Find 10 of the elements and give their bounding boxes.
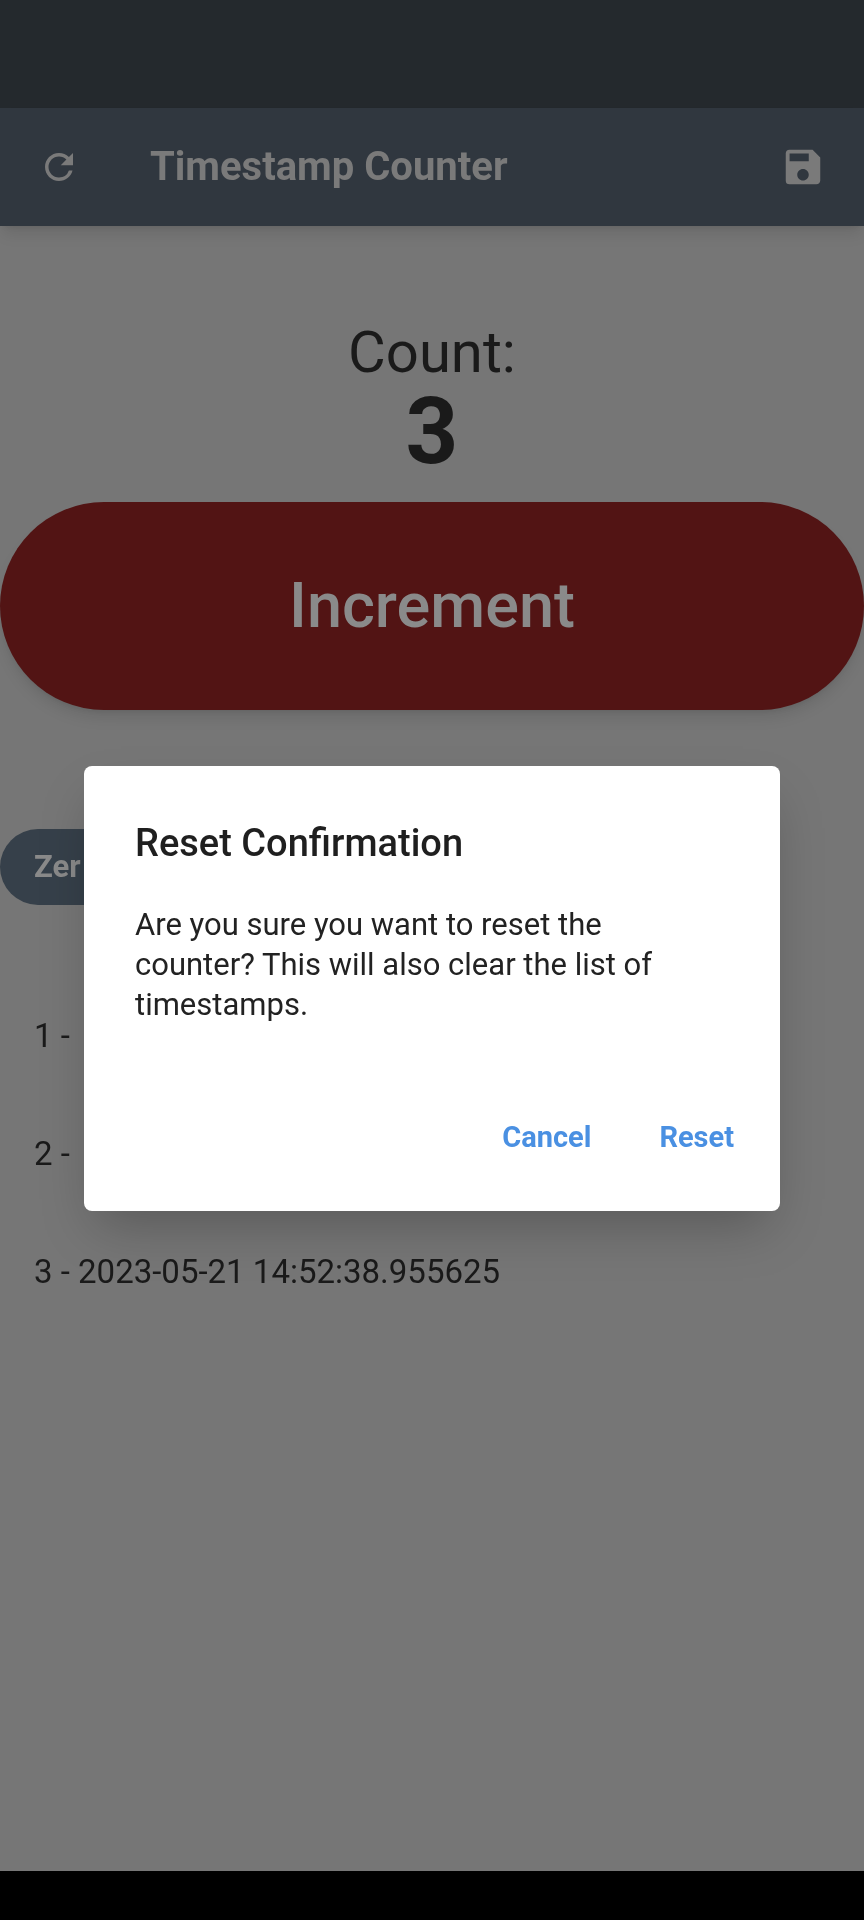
- count-value: 3: [405, 384, 459, 480]
- dialog-action[interactable]: Reset: [643, 1107, 750, 1167]
- count-label: Count:: [348, 320, 516, 384]
- app-title: Timestamp Counter: [150, 142, 508, 192]
- timestamp-entry: 1 -: [34, 1017, 70, 1055]
- increment-button[interactable]: Increment: [0, 502, 864, 710]
- timestamp-entry: 3 - 2023-05-21 14:52:38.955625: [34, 1253, 501, 1291]
- dialog-message: Are you sure you want to reset the counter? This will also clear the list of timestamps.: [135, 905, 654, 1025]
- timestamp-entry: 2 -: [34, 1135, 70, 1173]
- dialog-action[interactable]: Cancel: [486, 1107, 608, 1167]
